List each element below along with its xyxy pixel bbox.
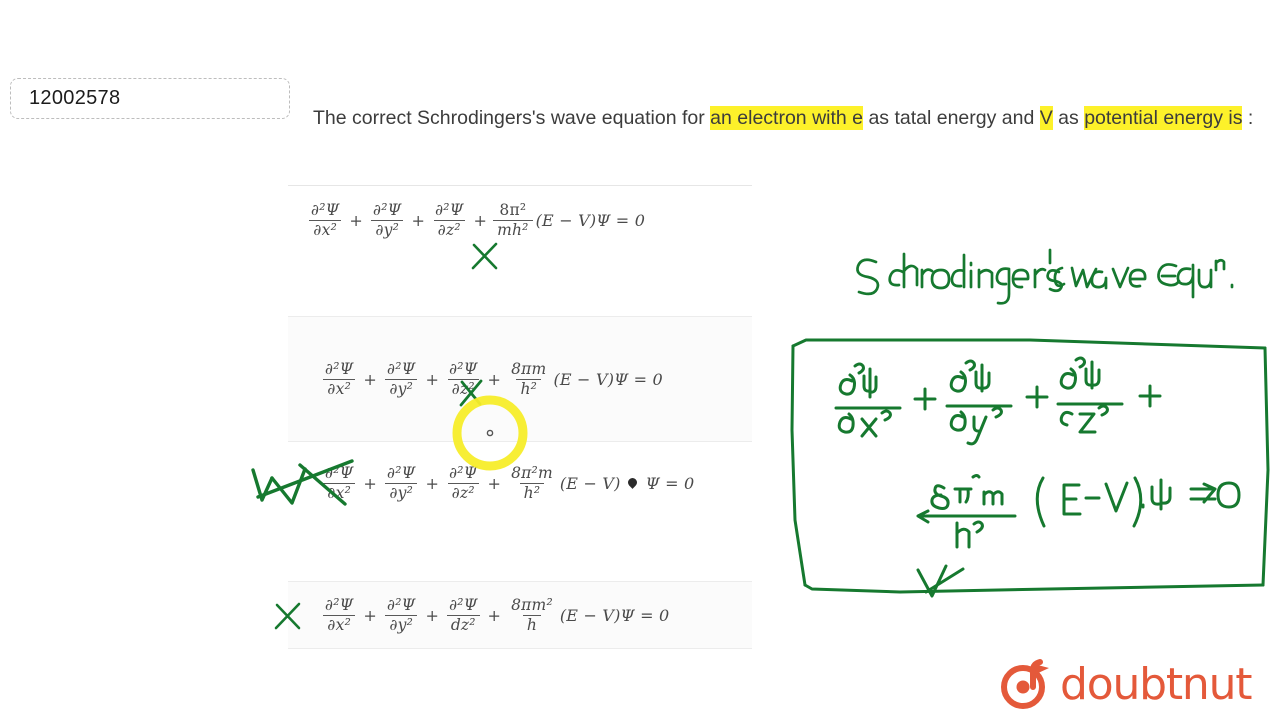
fraction: ∂²Ψ ∂z² <box>447 463 479 502</box>
question-id-chip: 12002578 <box>10 78 290 119</box>
option-1-tail: (E − V)Ψ = 0 <box>535 210 646 230</box>
plus-sign: + <box>349 210 364 230</box>
mouse-cursor-icon <box>625 475 639 489</box>
fraction: ∂²Ψ ∂x² <box>323 359 355 398</box>
question-segment-2-highlight: e <box>852 106 864 130</box>
fraction: ∂²Ψ ∂x² <box>323 595 355 634</box>
option-row[interactable]: ∂²Ψ∂x² + ∂²Ψ∂y² + ∂²Ψ∂z² + 8π²mh² (E − V… <box>288 452 752 514</box>
option-2-equation: ∂²Ψ ∂x² + ∂²Ψ ∂y² + ∂²Ψ ∂z² + 8πm h² (E − V)… <box>320 361 663 397</box>
question-segment-1-highlight: an electron with <box>710 106 853 130</box>
plus-sign: + <box>363 369 378 389</box>
option-2-tail: (E − V)Ψ = 0 <box>553 369 663 389</box>
fraction: ∂²Ψ ∂y² <box>385 359 418 398</box>
fraction: ∂²Ψ ∂z² <box>447 359 479 398</box>
fraction: ∂²Ψ ∂y² <box>385 463 418 502</box>
fraction: ∂²Ψ ∂x² <box>309 200 341 239</box>
fraction: ∂²Ψ dz² <box>445 597 481 633</box>
fraction: 8πm h² <box>511 359 547 398</box>
plus-sign: + <box>363 605 378 625</box>
fraction: ∂²Ψ ∂x² <box>323 463 355 502</box>
plus-sign: + <box>363 473 378 493</box>
plus-sign: + <box>487 369 502 389</box>
option-3-equation: ∂²Ψ ∂x² + ∂²Ψ ∂y² + ∂²Ψ ∂z² + 8π²m h² (E − V… <box>320 465 694 501</box>
question-segment-6-highlight: potential energy is <box>1084 106 1243 130</box>
handwritten-title <box>856 248 1234 305</box>
option-row[interactable]: ∂²Ψ ∂x² + ∂²Ψ ∂y² + ∂²Ψ ∂z² + 8πm h² (E − V)… <box>288 316 752 442</box>
doubtnut-wordmark: doubtnut <box>1060 658 1253 710</box>
plus-sign: + <box>487 473 502 493</box>
question-segment-5: as <box>1052 107 1085 129</box>
plus-sign: + <box>411 210 426 230</box>
question-id-text: 12002578 <box>29 87 121 109</box>
plus-sign: + <box>425 473 440 493</box>
question-text: The correct Schrodingers's wave equation… <box>313 100 1270 137</box>
plus-sign: + <box>425 369 440 389</box>
handwritten-equation-line-2 <box>916 474 1241 549</box>
handwritten-equation-line-1 <box>834 356 1162 446</box>
option-4-tail: (E − V)Ψ = 0 <box>559 605 670 625</box>
fraction: ∂²Ψ ∂z² <box>433 200 465 239</box>
question-segment-0: The correct Schrodingers's wave equation… <box>313 107 711 129</box>
check-mark-box <box>916 564 965 598</box>
plus-sign: + <box>487 605 502 625</box>
option-3-tail2: Ψ = 0 <box>645 473 695 493</box>
option-1-equation: ∂²Ψ ∂x² + ∂²Ψ ∂y² + ∂²Ψ ∂z² + 8π² mh² (E − V… <box>306 202 645 238</box>
fraction: ∂²Ψ ∂y² <box>385 595 418 634</box>
plus-sign: + <box>425 605 440 625</box>
doubtnut-logo: doubtnut <box>1000 655 1262 713</box>
question-segment-4-highlight: V <box>1039 106 1053 130</box>
fraction: ∂²Ψ ∂y² <box>371 200 404 239</box>
question-segment-7: : <box>1242 107 1254 129</box>
fraction: 8πm² h <box>511 595 553 634</box>
fraction: 8π²mh² <box>493 202 533 238</box>
question-segment-3: as tatal energy and <box>863 107 1040 129</box>
option-row[interactable]: ∂²Ψ∂x² + ∂²Ψ∂y² + ∂²Ψ∂z² + 8π²mh² (E − V… <box>288 186 752 254</box>
fraction: 8π²mh² <box>511 463 553 502</box>
option-row[interactable]: ∂²Ψ ∂x² + ∂²Ψ ∂y² + ∂²Ψ dz² + 8πm² h (E − V)… <box>288 581 752 649</box>
question-block: The correct Schrodingers's wave equation… <box>300 92 1270 153</box>
option-4-equation: ∂²Ψ ∂x² + ∂²Ψ ∂y² + ∂²Ψ dz² + 8πm² h (E − V)… <box>320 597 669 633</box>
handwritten-box <box>790 338 1270 594</box>
option-3-tail: (E − V) <box>559 473 621 493</box>
plus-sign: + <box>473 210 488 230</box>
doubtnut-mark-icon <box>1001 659 1049 709</box>
